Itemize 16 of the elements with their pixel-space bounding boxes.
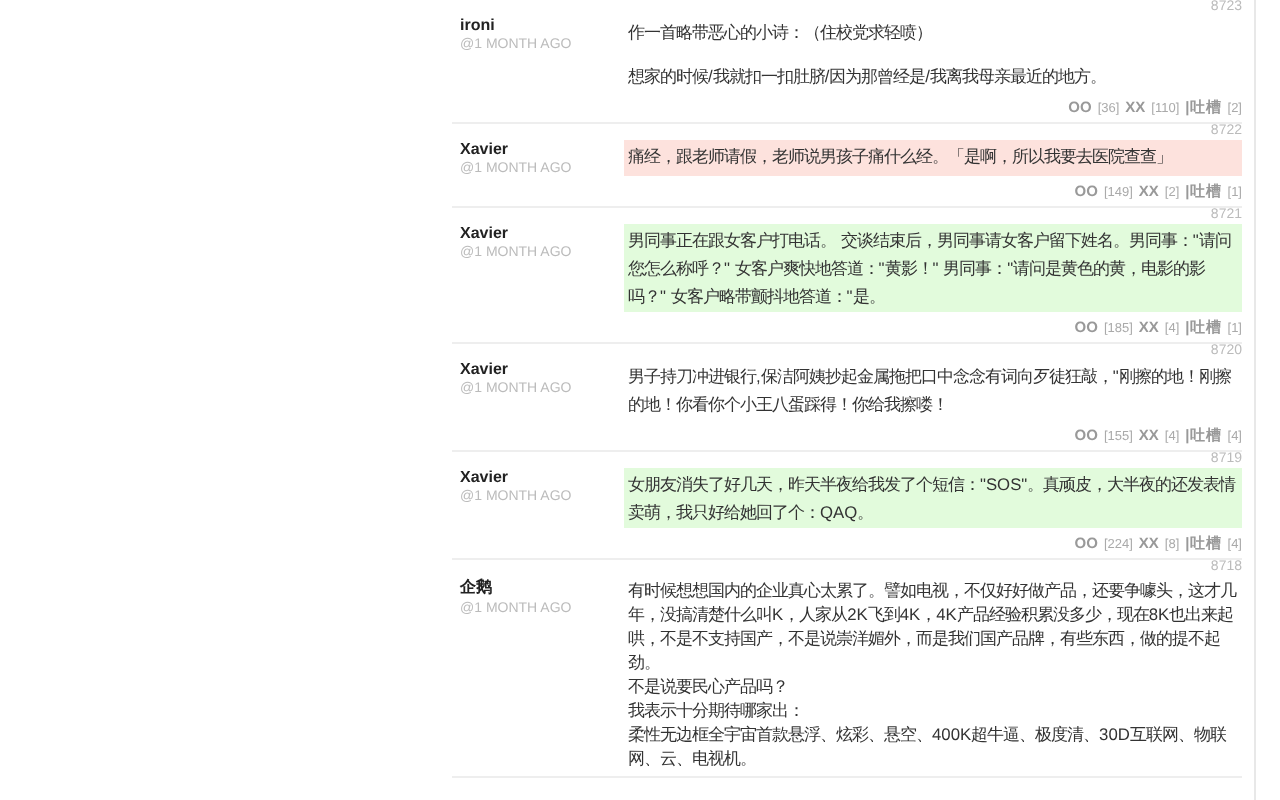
comment-text: 女朋友消失了好几天，昨天半夜给我发了个短信："SOS"。真顽皮，大半夜的还发表情卖萌，我只好给她回了个：QAQ。 <box>628 472 1238 526</box>
comment-text: 柔性无边框全宇宙首款悬浮、炫彩、悬空、400K超牛逼、极度清、30D互联网、物联网、云、电视机。 <box>628 722 1228 770</box>
comment-text: 男同事正在跟女客户打电话。 交谈结束后，男同事请女客户留下姓名。男同事："请问您怎么称呼？" 女客户爽快地答道："黄影！" 男同事："请问是黄色的黄，电影的影吗？" 女客户略带颤抖地答道："是。 <box>628 228 1233 310</box>
author-name: Xavier <box>460 224 511 242</box>
comment-text: 痛经，跟老师请假，老师说男孩子痛什么经。「是啊，所以我要去医院查查」 <box>628 144 1174 170</box>
author-name: 企鹅 <box>460 576 494 598</box>
comment-text: 想家的时候/我就扣一扣肚脐/因为那曾经是/我离我母亲最近的地方。 <box>628 64 1108 90</box>
author-name: ironi <box>460 16 497 34</box>
comment-text: 作一首略带恶心的小诗：（住校党求轻喷） <box>628 20 934 46</box>
author-name: Xavier <box>460 468 511 486</box>
author-name: Xavier <box>460 140 511 158</box>
comment-text: 不是说要民心产品吗？ <box>628 674 790 698</box>
author-name: Xavier <box>460 360 511 378</box>
comment-text: 有时候想想国内的企业真心太累了。譬如电视，不仅好好做产品，还要争噱头，这才几年，没搞清楚什么叫K，人家从2K飞到4K，4K产品经验积累没多少，现在8K也出来起哄，不是不支持国产，不是说崇洋媚外，而是我们国产品牌，有些东西，做的提不起劲。 <box>628 578 1238 674</box>
comment-text: 我表示十分期待哪家出： <box>628 698 806 722</box>
comment-text: 男子持刀冲进银行,保洁阿姨抄起金属拖把口中念念有词向歹徒狂敲，"刚擦的地！刚擦的地！你看你个小王八蛋踩得！你给我擦喽！ <box>628 364 1233 418</box>
